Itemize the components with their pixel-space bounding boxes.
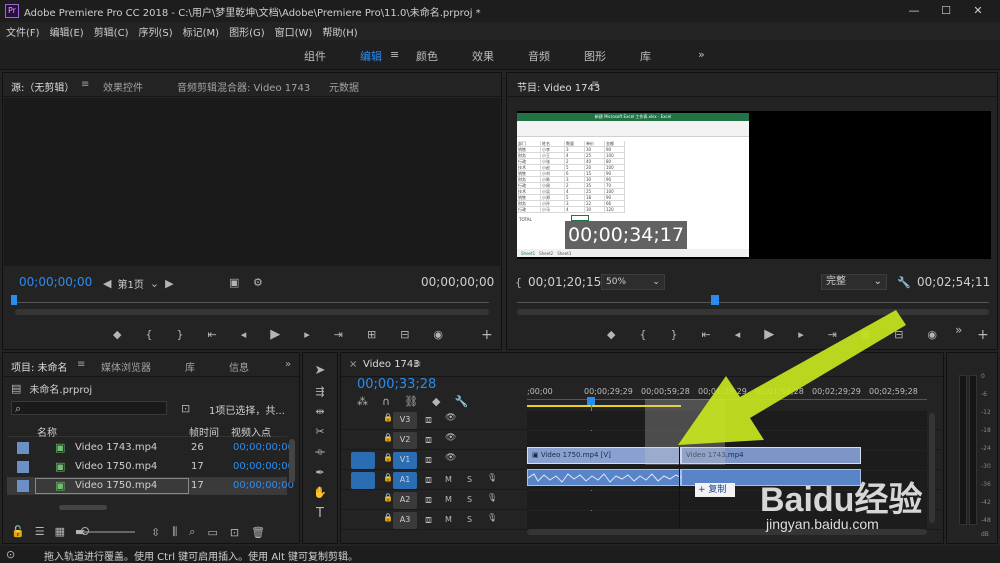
status-info-icon: ⊙ bbox=[6, 548, 16, 561]
watermark-url: jingyan.baidu.com bbox=[766, 516, 879, 532]
arrow-shape bbox=[678, 310, 906, 445]
baidu-watermark: Baidu经验 jingyan.baidu.com bbox=[760, 470, 996, 532]
watermark-brand: Baidu经验 bbox=[760, 481, 923, 519]
status-text: 拖入轨道进行覆盖。使用 Ctrl 键可启用插入。使用 Alt 键可复制剪辑。 bbox=[44, 552, 359, 563]
status-bar: ⊙ 拖入轨道进行覆盖。使用 Ctrl 键可启用插入。使用 Alt 键可复制剪辑。 bbox=[0, 546, 1000, 563]
